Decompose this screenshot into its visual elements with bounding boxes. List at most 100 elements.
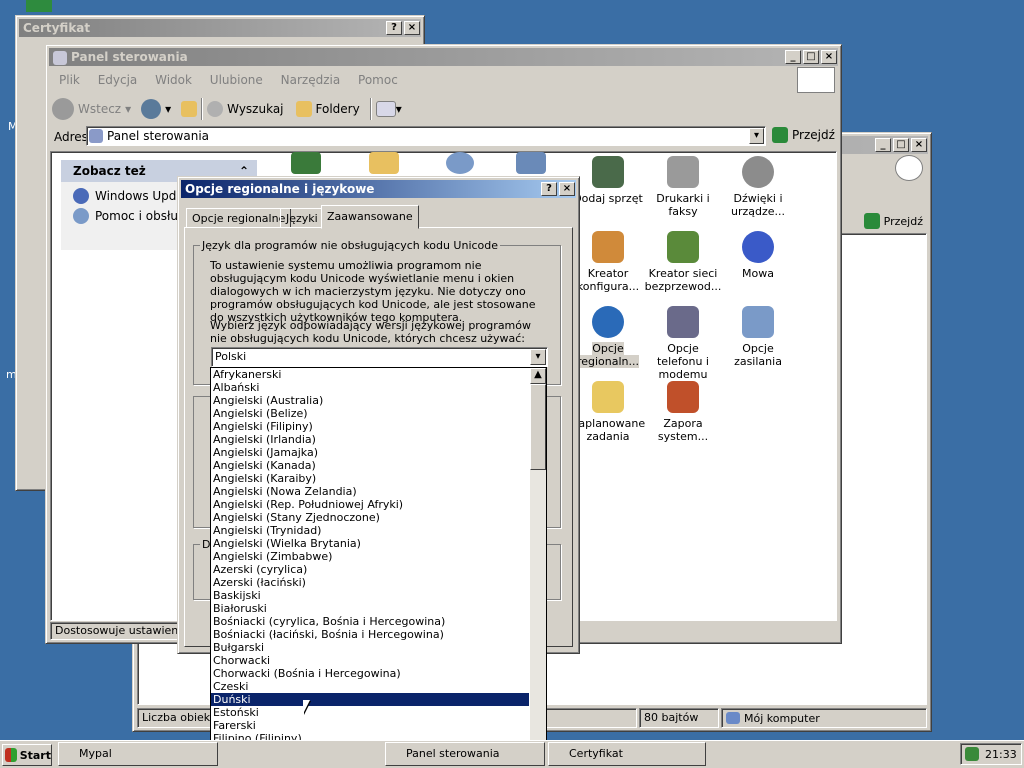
control-panel-titlebar[interactable]: Panel sterowania — [49, 48, 838, 66]
minimize-button[interactable]: _ — [785, 50, 801, 64]
dropdown-item[interactable]: Angielski (Stany Zjednoczone) — [211, 511, 529, 524]
maximize-button[interactable]: □ — [893, 138, 909, 152]
cp-item-firewall[interactable]: Zapora system... — [643, 381, 723, 443]
close-button[interactable]: × — [911, 138, 927, 152]
dropdown-item[interactable]: Chorwacki — [211, 654, 529, 667]
close-button[interactable]: × — [404, 21, 420, 35]
taskbar-item-control-panel[interactable]: Panel sterowania — [385, 742, 545, 766]
throbber-icon — [895, 155, 923, 181]
firewall-icon — [667, 381, 699, 413]
scroll-up-button[interactable]: ▲ — [530, 368, 546, 384]
start-button[interactable]: Start — [2, 744, 52, 766]
menu-bar: Plik Edycja Widok Ulubione Narzędzia Pom… — [52, 73, 405, 87]
go-button[interactable]: Przejdź — [772, 127, 835, 143]
dropdown-item[interactable]: Baskijski — [211, 589, 529, 602]
cp-item-scheduled-tasks[interactable]: Zaplanowane zadania — [568, 381, 648, 443]
dialog-titlebar[interactable]: Opcje regionalne i językowe — [181, 180, 576, 198]
dropdown-item[interactable]: Chorwacki (Bośnia i Hercegowina) — [211, 667, 529, 680]
chevron-down-icon[interactable]: ▾ — [749, 128, 764, 144]
folders-button[interactable]: Foldery — [316, 102, 360, 116]
chevron-down-icon[interactable]: ▾ — [165, 102, 171, 116]
dropdown-item[interactable]: Bośniacki (cyrylica, Bośnia i Hercegowin… — [211, 615, 529, 628]
dropdown-item[interactable]: Estoński — [211, 706, 529, 719]
menu-file[interactable]: Plik — [59, 73, 80, 87]
menu-tools[interactable]: Narzędzia — [281, 73, 341, 87]
desktop-icon[interactable] — [26, 0, 52, 12]
cp-item-printers[interactable]: Drukarki i faksy — [643, 156, 723, 218]
back-arrow-icon[interactable] — [52, 98, 74, 120]
display-icon[interactable] — [516, 152, 546, 174]
close-button[interactable]: × — [821, 50, 837, 64]
back-button[interactable]: Wstecz — [78, 102, 121, 116]
dropdown-item[interactable]: Duński — [211, 693, 529, 706]
dropdown-item[interactable]: Bułgarski — [211, 641, 529, 654]
taskbar-item-mypal[interactable]: Mypal — [58, 742, 218, 766]
search-icon[interactable] — [207, 101, 224, 117]
dropdown-item[interactable]: Angielski (Karaiby) — [211, 472, 529, 485]
dropdown-item[interactable]: Angielski (Nowa Zelandia) — [211, 485, 529, 498]
certificate-titlebar[interactable]: Certyfikat — [19, 19, 421, 37]
chevron-down-icon[interactable]: ▾ — [530, 349, 546, 365]
clock-icon[interactable] — [446, 152, 474, 174]
dropdown-item[interactable]: Azerski (łaciński) — [211, 576, 529, 589]
power-icon — [742, 306, 774, 338]
menu-help[interactable]: Pomoc — [358, 73, 398, 87]
help-button[interactable]: ? — [541, 182, 557, 196]
dropdown-item[interactable]: Angielski (Belize) — [211, 407, 529, 420]
menu-edit[interactable]: Edycja — [98, 73, 138, 87]
cp-item-sounds[interactable]: Dźwięki i urządze... — [718, 156, 798, 218]
dropdown-item[interactable]: Bośniacki (łaciński, Bośnia i Hercegowin… — [211, 628, 529, 641]
dropdown-item[interactable]: Angielski (Zimbabwe) — [211, 550, 529, 563]
views-icon[interactable] — [375, 101, 396, 117]
folders-icon[interactable] — [295, 101, 312, 117]
cp-item-phone-modem[interactable]: Opcje telefonu i modemu — [643, 306, 723, 381]
cp-item-wireless-wizard[interactable]: Kreator sieci bezprzewod... — [643, 231, 723, 293]
dropdown-item[interactable]: Angielski (Filipiny) — [211, 420, 529, 433]
menu-view[interactable]: Widok — [155, 73, 192, 87]
scrollbar[interactable]: ▲ ▼ — [530, 368, 546, 758]
up-folder-icon[interactable] — [181, 101, 198, 117]
dropdown-item[interactable]: Afrykanerski — [211, 368, 529, 381]
language-dropdown-list[interactable]: Afrykanerski Albański Angielski (Australia… — [210, 367, 547, 759]
dropdown-item[interactable]: Białoruski — [211, 602, 529, 615]
dropdown-item[interactable]: Angielski (Rep. Południowej Afryki) — [211, 498, 529, 511]
network-house-icon — [592, 231, 624, 263]
cp-item-add-hardware[interactable]: Dodaj sprzęt — [568, 156, 648, 205]
dropdown-item[interactable]: Angielski (Irlandia) — [211, 433, 529, 446]
folder-icon[interactable] — [369, 152, 399, 174]
scroll-thumb[interactable] — [530, 384, 546, 470]
dropdown-item[interactable]: Farerski — [211, 719, 529, 732]
dropdown-item[interactable]: Angielski (Australia) — [211, 394, 529, 407]
tab-languages[interactable]: Języki — [280, 208, 324, 228]
go-button[interactable]: Przejdź — [863, 213, 923, 229]
dropdown-item[interactable]: Angielski (Jamajka) — [211, 446, 529, 459]
cp-item-speech[interactable]: Mowa — [718, 231, 798, 280]
menu-favorites[interactable]: Ulubione — [210, 73, 263, 87]
status-size: 80 bajtów — [639, 708, 719, 728]
chevron-down-icon[interactable]: ▾ — [125, 102, 131, 116]
taskbar-item-certificate[interactable]: Certyfikat — [548, 742, 706, 766]
dropdown-item[interactable]: Angielski (Wielka Brytania) — [211, 537, 529, 550]
search-button[interactable]: Wyszukaj — [227, 102, 283, 116]
forward-arrow-icon[interactable] — [141, 99, 162, 119]
clock: 21:33 — [985, 747, 1017, 761]
network-tray-icon[interactable] — [965, 747, 979, 761]
tab-regional-options[interactable]: Opcje regionalne — [186, 208, 292, 228]
cp-item-network-wizard[interactable]: Kreator konfigura... — [568, 231, 648, 293]
cp-item-power-options[interactable]: Opcje zasilania — [718, 306, 798, 368]
dropdown-item[interactable]: Angielski (Kanada) — [211, 459, 529, 472]
dropdown-item[interactable]: Albański — [211, 381, 529, 394]
address-field[interactable]: Panel sterowania ▾ — [86, 126, 766, 146]
dropdown-item[interactable]: Azerski (cyrylica) — [211, 563, 529, 576]
dropdown-item[interactable]: Angielski (Trynidad) — [211, 524, 529, 537]
tab-advanced[interactable]: Zaawansowane — [321, 205, 419, 229]
minimize-button[interactable]: _ — [875, 138, 891, 152]
maximize-button[interactable]: □ — [803, 50, 819, 64]
cp-item-regional-options[interactable]: Opcje regionaln... — [568, 306, 648, 368]
security-shield-icon[interactable] — [291, 152, 321, 174]
help-button[interactable]: ? — [386, 21, 402, 35]
language-select[interactable]: Polski ▾ — [211, 347, 548, 367]
chevron-down-icon[interactable]: ▾ — [396, 102, 402, 116]
close-button[interactable]: × — [559, 182, 575, 196]
dropdown-item[interactable]: Czeski — [211, 680, 529, 693]
